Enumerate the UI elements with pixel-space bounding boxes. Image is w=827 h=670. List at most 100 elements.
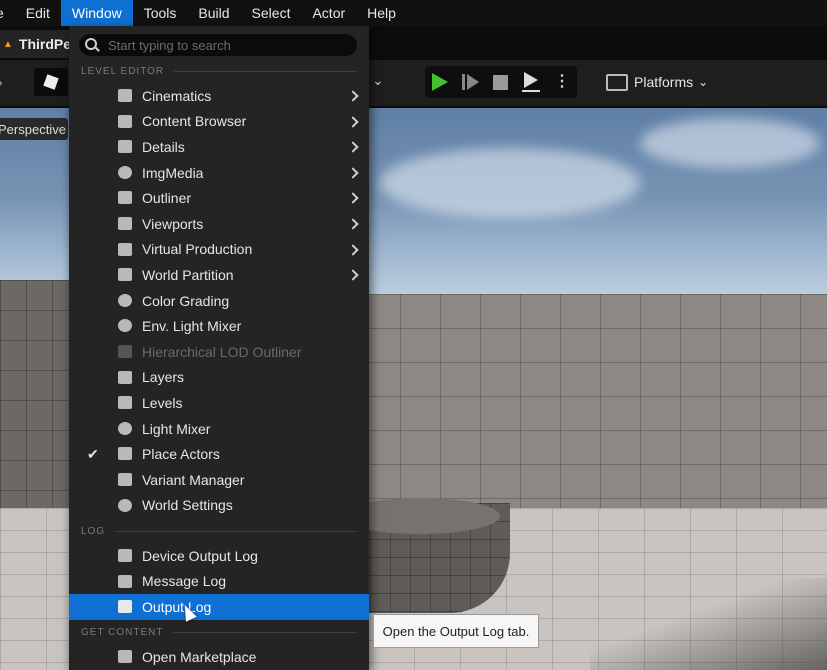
menu-file-partial[interactable]: e bbox=[0, 0, 15, 26]
menu-item-viewports[interactable]: Viewports bbox=[69, 211, 369, 237]
menu-item-label: Levels bbox=[142, 394, 183, 411]
menu-item-output-log[interactable]: Output Log bbox=[69, 594, 369, 620]
menu-item-message-log[interactable]: Message Log bbox=[69, 569, 369, 595]
viewport-mode-label: Perspective bbox=[0, 121, 66, 137]
menu-item-label: Device Output Log bbox=[142, 547, 258, 564]
menu-tools[interactable]: Tools bbox=[133, 0, 188, 26]
eject-icon[interactable] bbox=[522, 72, 540, 92]
menu-item-layers[interactable]: Layers bbox=[69, 365, 369, 391]
menu-item-label: Open Marketplace bbox=[142, 648, 257, 665]
menu-item-label: Content Browser bbox=[142, 113, 247, 130]
platforms-icon bbox=[606, 73, 628, 91]
kebab-menu-icon[interactable]: ⋮ bbox=[554, 74, 570, 90]
level-tab[interactable]: ▲ ThirdPe bbox=[0, 30, 72, 58]
chevron-right-icon bbox=[347, 218, 359, 230]
section-log: LOG bbox=[81, 524, 357, 538]
chevron-right-icon bbox=[347, 141, 359, 153]
menu-help[interactable]: Help bbox=[356, 0, 407, 26]
window-menu: LEVEL EDITOR Cinematics Content Browser … bbox=[69, 26, 369, 670]
cloud bbox=[640, 118, 820, 168]
menu-item-world-partition[interactable]: World Partition bbox=[69, 262, 369, 288]
menu-item-label: Light Mixer bbox=[142, 420, 211, 437]
menu-window[interactable]: Window bbox=[60, 0, 133, 26]
menu-item-world-settings[interactable]: World Settings bbox=[69, 493, 369, 519]
advance-frame-icon[interactable] bbox=[462, 74, 479, 90]
chevron-down-icon: ⌄ bbox=[698, 75, 709, 89]
chevron-right-icon bbox=[347, 269, 359, 281]
menu-item-label: Layers bbox=[142, 369, 185, 386]
viewports-icon bbox=[118, 217, 132, 230]
section-get-content-label: GET CONTENT bbox=[81, 626, 164, 638]
env-light-mixer-icon bbox=[118, 319, 132, 333]
menu-item-content-browser[interactable]: Content Browser bbox=[69, 109, 369, 135]
layers-icon bbox=[118, 370, 132, 384]
menu-item-label: World Settings bbox=[142, 497, 233, 514]
outliner-list-icon bbox=[118, 191, 132, 205]
variant-manager-icon bbox=[118, 473, 132, 486]
menu-item-label: Output Log bbox=[142, 598, 212, 615]
menu-item-label: Place Actors bbox=[142, 446, 220, 463]
play-controls: ⋮ bbox=[425, 66, 577, 98]
hlod-icon bbox=[118, 345, 132, 358]
menu-item-label: ImgMedia bbox=[142, 164, 204, 181]
menu-item-details[interactable]: Details bbox=[69, 134, 369, 160]
shadow bbox=[590, 578, 827, 670]
imgmedia-icon bbox=[118, 165, 132, 179]
checkmark-icon: ✔ bbox=[87, 445, 99, 462]
section-level-editor-label: LEVEL EDITOR bbox=[81, 65, 165, 77]
menu-item-hierarchical-lod-outliner: Hierarchical LOD Outliner bbox=[69, 339, 369, 365]
section-log-label: LOG bbox=[81, 525, 106, 537]
menu-item-label: Outliner bbox=[142, 190, 192, 207]
menu-bar: e Edit Window Tools Build Select Actor H… bbox=[0, 0, 827, 26]
platforms-button[interactable]: Platforms ⌄ bbox=[606, 68, 708, 96]
menu-item-label: Details bbox=[142, 138, 185, 155]
chevron-right-icon bbox=[347, 243, 359, 256]
select-mode-button[interactable] bbox=[34, 68, 68, 96]
menu-item-open-marketplace[interactable]: Open Marketplace bbox=[69, 644, 369, 670]
output-log-icon bbox=[118, 600, 132, 614]
world-settings-icon bbox=[118, 498, 132, 512]
menu-edit[interactable]: Edit bbox=[15, 0, 61, 26]
details-pencil-icon bbox=[118, 140, 132, 154]
chevron-right-icon bbox=[347, 115, 359, 128]
menu-item-device-output-log[interactable]: Device Output Log bbox=[69, 543, 369, 569]
menu-item-label: Message Log bbox=[142, 573, 227, 590]
menu-item-virtual-production[interactable]: Virtual Production bbox=[69, 237, 369, 263]
menu-item-env-light-mixer[interactable]: Env. Light Mixer bbox=[69, 313, 369, 339]
cube-icon bbox=[43, 74, 59, 90]
menu-item-levels[interactable]: Levels bbox=[69, 390, 369, 416]
place-actors-icon bbox=[118, 447, 132, 461]
menu-item-label: Viewports bbox=[142, 215, 204, 232]
menu-item-label: Hierarchical LOD Outliner bbox=[142, 343, 302, 360]
tooltip-text: Open the Output Log tab. bbox=[382, 623, 530, 639]
content-browser-icon bbox=[118, 114, 132, 128]
menu-search-input[interactable] bbox=[106, 36, 340, 54]
toolbar-left-edge-icon: › bbox=[0, 74, 3, 90]
menu-select[interactable]: Select bbox=[241, 0, 302, 26]
chevron-down-icon[interactable]: ⌄ bbox=[372, 72, 384, 89]
levels-icon bbox=[118, 396, 132, 410]
cinematics-icon bbox=[118, 89, 132, 102]
menu-search-box[interactable] bbox=[79, 34, 357, 56]
cloud bbox=[380, 148, 640, 218]
menu-actor[interactable]: Actor bbox=[301, 0, 356, 26]
menu-item-variant-manager[interactable]: Variant Manager bbox=[69, 467, 369, 493]
menu-item-light-mixer[interactable]: Light Mixer bbox=[69, 416, 369, 442]
level-tab-title: ThirdPe bbox=[18, 36, 72, 52]
marketplace-icon bbox=[118, 650, 132, 663]
viewport-perspective-button[interactable]: Perspective bbox=[0, 118, 68, 140]
level-icon: ▲ bbox=[3, 38, 13, 50]
menu-item-label: Env. Light Mixer bbox=[142, 318, 242, 335]
menu-item-color-grading[interactable]: Color Grading bbox=[69, 288, 369, 314]
menu-item-outliner[interactable]: Outliner bbox=[69, 185, 369, 211]
menu-item-imgmedia[interactable]: ImgMedia bbox=[69, 160, 369, 186]
play-icon[interactable] bbox=[432, 73, 448, 91]
menu-item-place-actors[interactable]: ✔ Place Actors bbox=[69, 441, 369, 467]
world-partition-icon bbox=[118, 268, 132, 282]
back-wall bbox=[360, 294, 827, 524]
stop-icon[interactable] bbox=[493, 74, 508, 90]
light-mixer-icon bbox=[118, 421, 132, 435]
menu-item-cinematics[interactable]: Cinematics bbox=[69, 83, 369, 109]
section-get-content: GET CONTENT bbox=[81, 625, 357, 639]
menu-build[interactable]: Build bbox=[187, 0, 240, 26]
